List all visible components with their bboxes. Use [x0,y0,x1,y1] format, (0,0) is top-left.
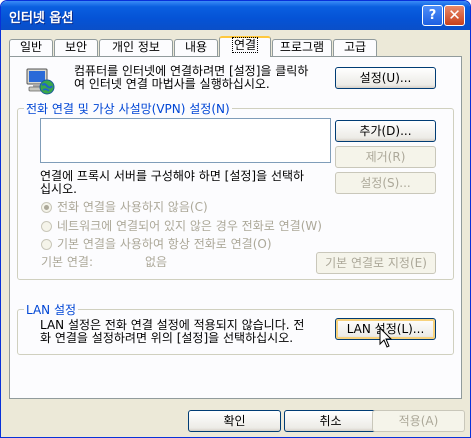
tab-content[interactable]: 내용 [174,39,218,56]
dialup-vpn-legend: 전화 연결 및 가상 사설망(VPN) 설정(N) [24,100,232,117]
tab-connections-label: 연결 [231,37,259,53]
tab-advanced[interactable]: 고급 [333,39,377,56]
close-button[interactable]: ✕ [444,5,465,26]
add-button[interactable]: 추가(D)... [335,120,436,142]
lan-settings-legend: LAN 설정 [24,301,79,318]
title-bar[interactable]: 인터넷 옵션 ? ✕ [1,1,470,30]
tab-programs[interactable]: 프로그램 [272,39,332,56]
radio-never-dial-label: 전화 연결을 사용하지 않음(C) [57,200,208,214]
tab-privacy[interactable]: 개인 정보 [99,39,173,56]
radio-always-dial[interactable] [41,239,52,250]
connections-panel: 컴퓨터를 인터넷에 연결하려면 [설정]을 클릭하 여 인터넷 연결 마법사를 … [9,56,462,399]
connections-listbox[interactable] [40,118,331,163]
mouse-cursor-icon [379,326,393,349]
cancel-button[interactable]: 취소 [284,410,377,432]
default-connection-label: 기본 연결: [41,255,94,269]
tab-connections[interactable]: 연결 [219,36,271,57]
lan-description-line2: 화 연결을 설정하려면 위의 [설정]을 선택하십시오. [40,331,294,345]
internet-connection-icon [23,65,55,97]
proxy-description-line2: 십시오. [40,182,77,196]
radio-dial-when-no-network[interactable] [41,221,52,232]
apply-button[interactable]: 적용(A) [372,410,465,432]
internet-options-dialog: 인터넷 옵션 ? ✕ 일반 보안 개인 정보 내용 연결 프로그램 고급 컴퓨터… [0,0,471,438]
default-connection-value: 없음 [145,255,168,269]
radio-dial-when-no-network-label: 네트워크에 연결되어 있지 않은 경우 전화로 연결(W) [57,219,322,233]
remove-button[interactable]: 제거(R) [335,146,436,168]
help-button[interactable]: ? [422,5,443,26]
proxy-description-line1: 연결에 프록시 서버를 구성해야 하면 [설정]을 선택하 [40,169,305,183]
ok-button[interactable]: 확인 [188,410,281,432]
setup-description-line2: 여 인터넷 연결 마법사를 실행하십시오. [74,77,270,91]
setup-button[interactable]: 설정(U)... [335,67,436,89]
radio-always-dial-label: 기본 연결을 사용하여 항상 전화로 연결(O) [57,237,272,251]
dialup-settings-button[interactable]: 설정(S)... [335,172,436,194]
set-default-button[interactable]: 기본 연결로 지정(E) [316,252,436,274]
window-title: 인터넷 옵션 [9,11,74,26]
radio-never-dial[interactable] [41,202,52,213]
tab-security[interactable]: 보안 [54,39,98,56]
tab-general[interactable]: 일반 [9,39,53,56]
